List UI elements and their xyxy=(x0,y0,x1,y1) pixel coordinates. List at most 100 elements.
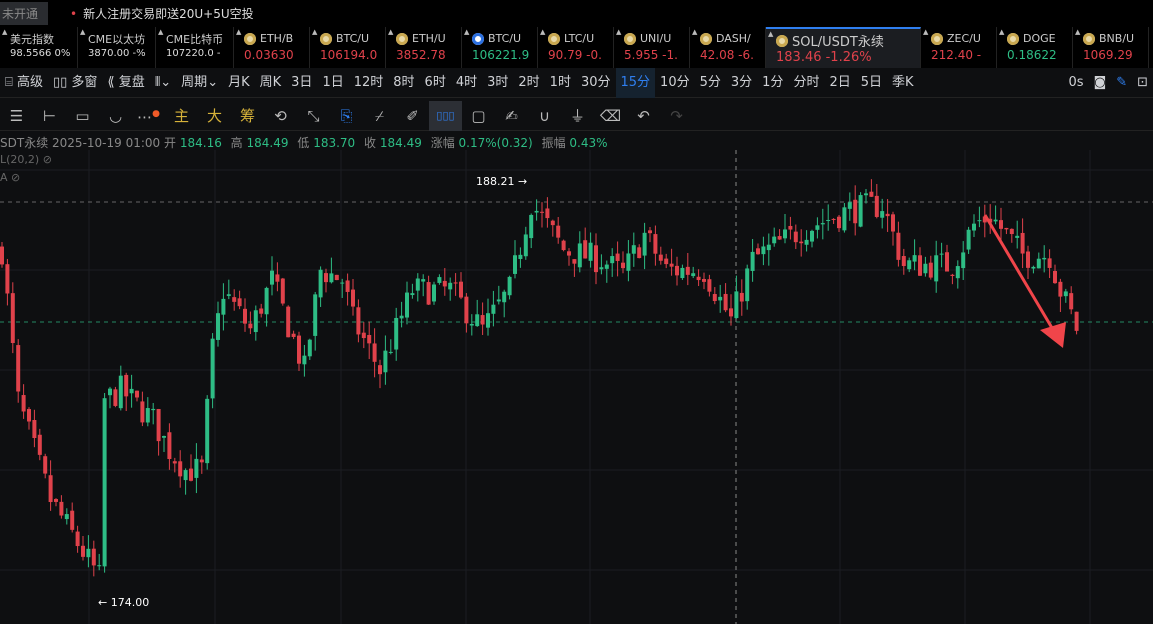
replay-button[interactable]: ⟪ 复盘 xyxy=(102,68,149,98)
pencil-icon[interactable]: ✎ xyxy=(1111,68,1132,98)
pin-icon[interactable]: ▲ xyxy=(236,28,241,36)
period-13[interactable]: 10分 xyxy=(655,68,695,98)
ticker-6[interactable]: ▲ BTC/U 106221.9 xyxy=(462,27,538,68)
candle-body xyxy=(734,291,739,319)
ticker-8[interactable]: ▲ UNI/U 5.955 -1. xyxy=(614,27,690,68)
candle-body xyxy=(1031,266,1036,269)
indicator-boll[interactable]: L(20,2) ⊘ xyxy=(0,153,52,166)
menu-icon[interactable]: ☰ xyxy=(0,101,33,131)
candle-body xyxy=(739,292,744,302)
ticker-4[interactable]: ▲ BTC/U 106194.0 xyxy=(310,27,386,68)
period-11[interactable]: 30分 xyxy=(576,68,616,98)
period-6[interactable]: 6时 xyxy=(420,68,451,98)
period-17[interactable]: 分时 xyxy=(788,68,824,98)
candle-body xyxy=(880,211,885,218)
eye-off-icon[interactable]: ⊘ xyxy=(11,171,20,184)
period-0[interactable]: 月K xyxy=(223,68,255,98)
main-indicator-button[interactable]: 主 xyxy=(165,101,198,131)
undo-icon[interactable]: ↶ xyxy=(627,101,660,131)
period-8[interactable]: 3时 xyxy=(482,68,513,98)
candle-body xyxy=(1063,291,1068,297)
add-window-icon[interactable]: ⊡ xyxy=(1132,68,1153,98)
chart-type-button[interactable]: ⫴⌄ xyxy=(150,68,176,98)
pin-icon[interactable]: ▲ xyxy=(2,28,7,36)
candlestick-chart[interactable]: 188.21 → ← 174.00 xyxy=(0,150,1153,624)
trash-icon[interactable]: ⌫ xyxy=(594,101,627,131)
horizontal-line-icon[interactable]: ⊢ xyxy=(33,101,66,131)
period-5[interactable]: 8时 xyxy=(388,68,419,98)
pin-icon[interactable]: ▲ xyxy=(540,28,545,36)
note-icon[interactable]: ✍ xyxy=(495,101,528,131)
big-order-button[interactable]: 大 xyxy=(198,101,231,131)
ticker-2[interactable]: ▲ CME比特币 107220.0 - xyxy=(156,27,234,68)
eye-off-icon[interactable]: ⊘ xyxy=(43,153,52,166)
candle-body xyxy=(70,510,75,530)
period-4[interactable]: 12时 xyxy=(349,68,389,98)
period-9[interactable]: 2时 xyxy=(513,68,544,98)
pin-icon[interactable]: ▲ xyxy=(80,28,85,36)
ticker-11[interactable]: ▲ ZEC/U 212.40 - xyxy=(921,27,997,68)
ticker-name: DASH/ xyxy=(716,32,751,45)
period-12[interactable]: 15分 xyxy=(615,67,656,98)
pin-icon[interactable]: ▲ xyxy=(158,28,163,36)
ticker-9[interactable]: ▲ DASH/42.08 -6. xyxy=(690,27,766,68)
period-19[interactable]: 5日 xyxy=(856,68,887,98)
ticker-3[interactable]: ▲ ETH/B 0.03630 xyxy=(234,27,310,68)
pin-icon[interactable]: ▲ xyxy=(616,28,621,36)
period-20[interactable]: 季K xyxy=(887,68,919,98)
candle-body xyxy=(1069,293,1074,310)
advanced-button[interactable]: ⌸ 高级 xyxy=(0,68,48,98)
ruler-icon[interactable]: ⌿ xyxy=(363,101,396,131)
filter-icon[interactable]: ⏚ xyxy=(561,101,594,131)
ticker-0[interactable]: ▲ 美元指数 98.5566 0% xyxy=(0,27,78,68)
candle-body xyxy=(648,230,652,234)
ticker-13[interactable]: ▲ BNB/U 1069.29 xyxy=(1073,27,1149,68)
account-tag[interactable]: 未开通 xyxy=(0,2,49,25)
period-18[interactable]: 2日 xyxy=(824,68,855,98)
period-2[interactable]: 3日 xyxy=(286,68,317,98)
brush-icon[interactable]: ✐ xyxy=(396,101,429,131)
candles-icon[interactable]: ▯▯▯ xyxy=(429,100,462,131)
more-icon[interactable]: ⋯● xyxy=(132,99,165,132)
indicator-ma[interactable]: A ⊘ xyxy=(0,171,20,184)
pin-icon[interactable]: ▲ xyxy=(999,28,1004,36)
ticker-7[interactable]: ▲ LTC/U 90.79 -0. xyxy=(538,27,614,68)
candle-body xyxy=(442,280,447,287)
candle-body xyxy=(1042,257,1047,260)
period-7[interactable]: 4时 xyxy=(451,68,482,98)
period-15[interactable]: 3分 xyxy=(726,68,757,98)
period-16[interactable]: 1分 xyxy=(757,68,788,98)
redo-icon[interactable]: ↷ xyxy=(660,101,693,131)
sync-icon[interactable]: ⟲ xyxy=(264,101,297,131)
magnet-icon[interactable]: ∪ xyxy=(528,101,561,131)
pin-icon[interactable]: ▲ xyxy=(923,28,928,36)
news-text[interactable]: 新人注册交易即送20U+5U空投 xyxy=(83,5,254,22)
period-1[interactable]: 周K xyxy=(255,68,287,98)
clipboard-icon[interactable]: ▢ xyxy=(462,101,495,131)
ticker-5[interactable]: ▲ ETH/U 3852.78 xyxy=(386,27,462,68)
candle-body xyxy=(502,291,507,303)
curve-icon[interactable]: ◡ xyxy=(99,101,132,131)
chips-button[interactable]: 筹 xyxy=(231,101,264,131)
pin-icon[interactable]: ▲ xyxy=(464,28,469,36)
period-10[interactable]: 1时 xyxy=(545,68,576,98)
pin-icon[interactable]: ▲ xyxy=(312,28,317,36)
period-14[interactable]: 5分 xyxy=(695,68,726,98)
camera-icon[interactable]: ◙ xyxy=(1089,68,1112,98)
ticker-12[interactable]: ▲ DOGE 0.18622 xyxy=(997,27,1073,68)
candle-body xyxy=(27,409,31,422)
ticker-10[interactable]: ▲ SOL/USDT永续 183.46 -1.26% xyxy=(766,27,921,68)
bookmark-icon[interactable]: ⎘ xyxy=(330,101,363,131)
candle-body xyxy=(637,247,642,259)
period-3[interactable]: 1日 xyxy=(317,68,348,98)
ticker-1[interactable]: ▲ CME以太坊 3870.00 -% xyxy=(78,27,156,68)
pin-icon[interactable]: ▲ xyxy=(768,30,773,38)
candle-body xyxy=(480,315,485,325)
pin-icon[interactable]: ▲ xyxy=(1075,28,1080,36)
pin-icon[interactable]: ▲ xyxy=(692,28,697,36)
magnet-line-icon[interactable]: ⤡ xyxy=(297,101,330,131)
multi-window-button[interactable]: ▯▯ 多窗 xyxy=(48,68,102,98)
period-dropdown[interactable]: 周期⌄ xyxy=(176,68,223,98)
rectangle-icon[interactable]: ▭ xyxy=(66,101,99,131)
pin-icon[interactable]: ▲ xyxy=(388,28,393,36)
